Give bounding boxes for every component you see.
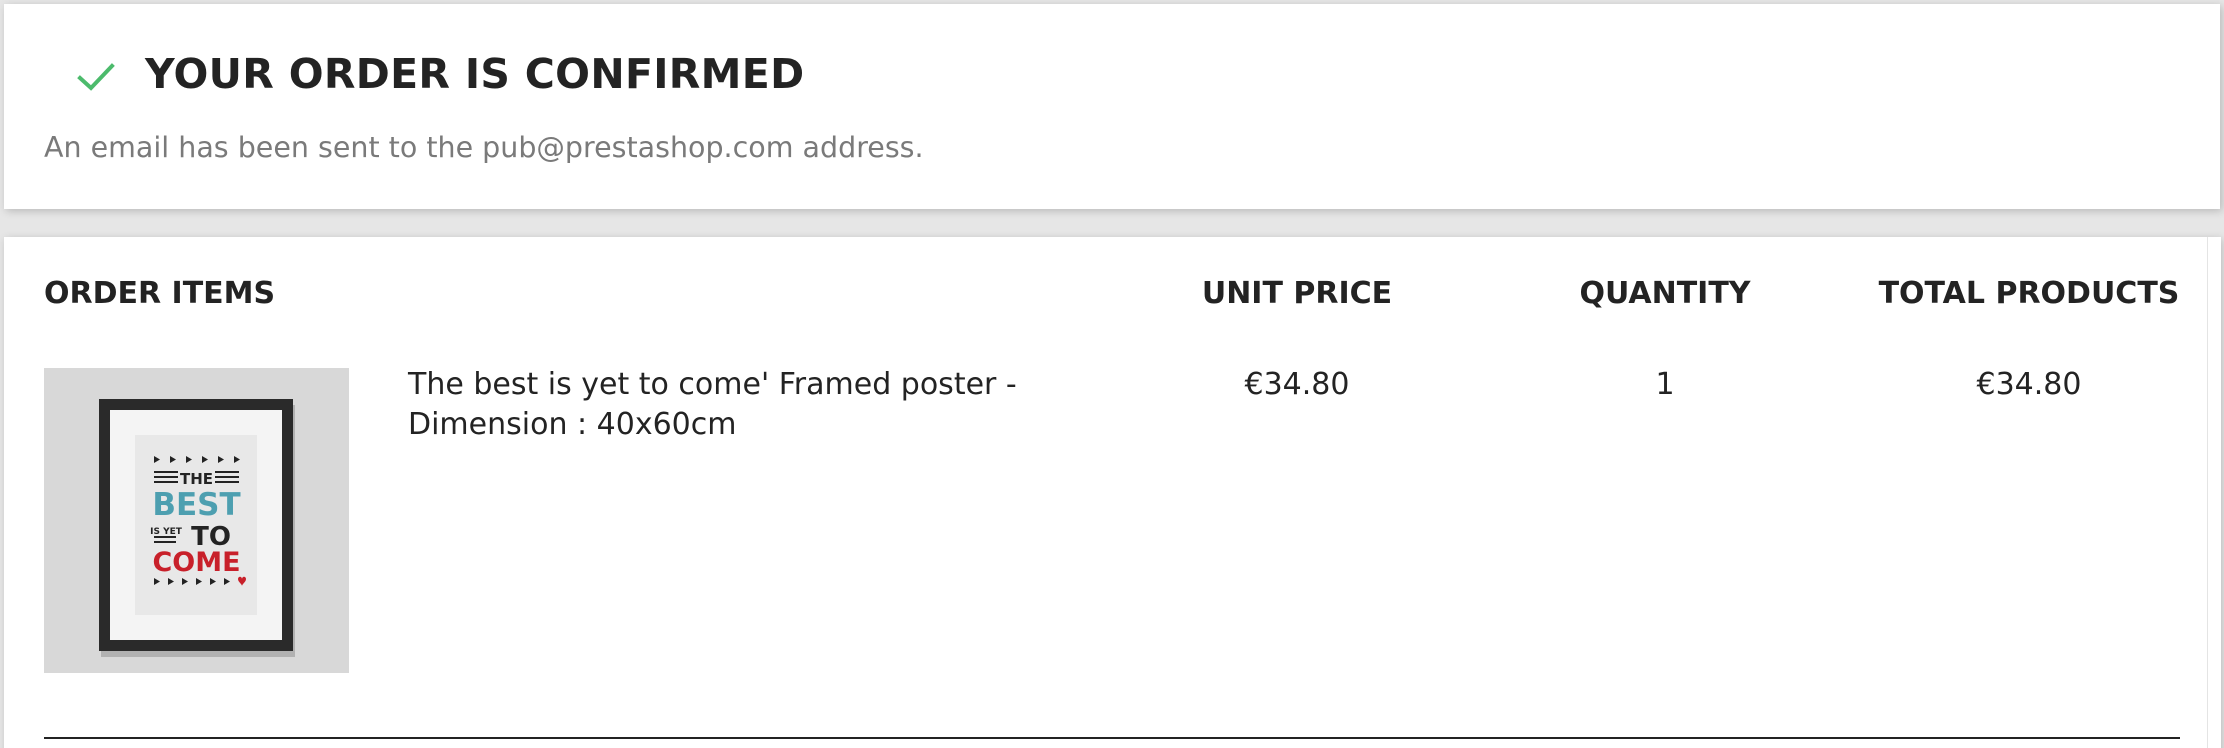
scrollbar-track[interactable] <box>2207 237 2221 748</box>
poster-text-is-yet: IS YET <box>150 527 183 537</box>
total-products-value: €34.80 <box>1976 367 2082 402</box>
unit-price-value: €34.80 <box>1244 367 1350 402</box>
product-name[interactable]: The best is yet to come' Framed poster -… <box>408 365 1068 445</box>
poster-text-come: COME <box>152 547 240 578</box>
total-products-header: TOTAL PRODUCTS <box>1878 276 2180 311</box>
order-items-divider <box>44 737 2180 739</box>
poster-text-best: BEST <box>152 487 240 523</box>
product-image[interactable]: THE BEST IS YET TO COME <box>44 368 349 673</box>
quantity-value: 1 <box>1655 367 1675 402</box>
order-items-card: ORDER ITEMS UNIT PRICE QUANTITY TOTAL PR… <box>4 237 2221 748</box>
confirmation-email-message: An email has been sent to the pub@presta… <box>44 131 924 164</box>
poster-text-the: THE <box>180 470 213 488</box>
quantity-header: QUANTITY <box>1579 276 1751 311</box>
confirmation-title: YOUR ORDER IS CONFIRMED <box>145 50 805 98</box>
framed-poster-illustration: THE BEST IS YET TO COME <box>99 399 295 657</box>
order-confirmation-card: YOUR ORDER IS CONFIRMED An email has bee… <box>4 4 2220 209</box>
order-confirmation-page: YOUR ORDER IS CONFIRMED An email has bee… <box>0 0 2224 748</box>
order-items-header: ORDER ITEMS <box>44 276 276 311</box>
check-icon <box>77 63 115 91</box>
unit-price-header: UNIT PRICE <box>1201 276 1393 311</box>
